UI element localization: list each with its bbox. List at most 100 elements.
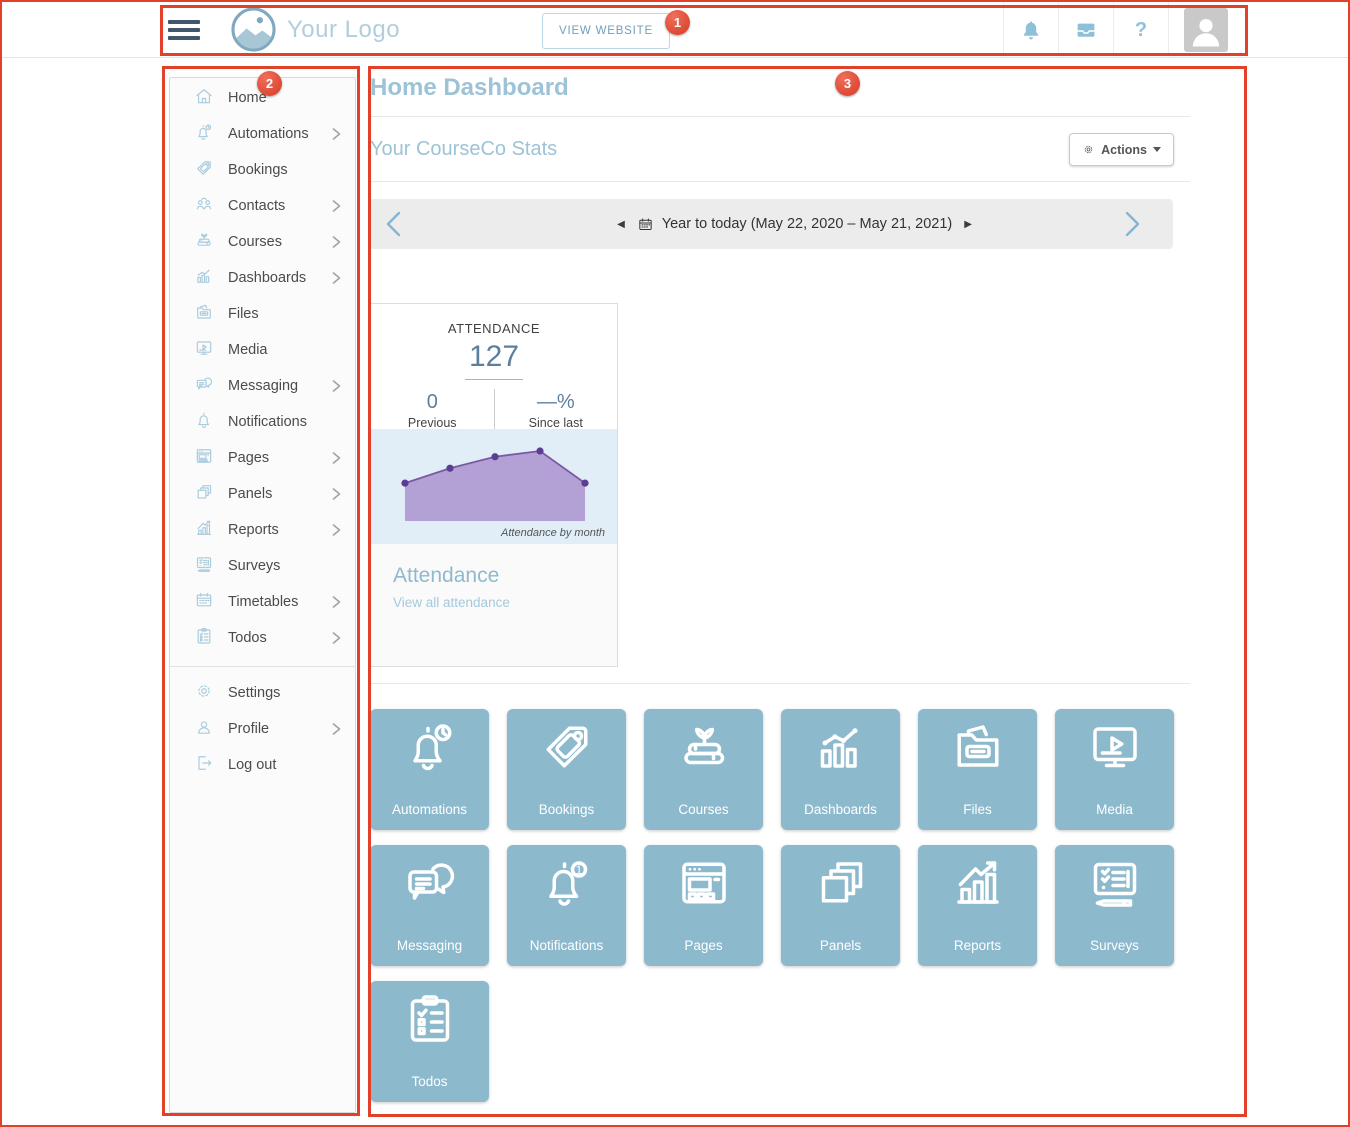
main-content: Home Dashboard Your CourseCo Stats Actio… bbox=[370, 66, 1190, 1102]
divider bbox=[370, 683, 1190, 684]
attendance-chart: Attendance by month bbox=[371, 429, 617, 544]
pages-icon bbox=[194, 446, 214, 471]
stat-previous-label: Previous bbox=[371, 416, 494, 430]
page-title: Home Dashboard bbox=[370, 66, 1190, 102]
chevron-right-icon bbox=[332, 488, 341, 500]
section-title: Your CourseCo Stats bbox=[370, 138, 557, 161]
annotation-badge-1: 1 bbox=[665, 10, 690, 35]
menu-icon[interactable] bbox=[168, 16, 200, 44]
prev-step-icon[interactable]: ◀ bbox=[617, 219, 625, 230]
help-button[interactable]: ? bbox=[1113, 2, 1168, 58]
sidebar-item-media[interactable]: Media bbox=[170, 332, 355, 368]
media-icon bbox=[194, 338, 214, 363]
user-menu[interactable] bbox=[1168, 2, 1243, 58]
messaging-icon bbox=[194, 374, 214, 399]
inbox-icon bbox=[1074, 18, 1098, 42]
tile-bookings[interactable]: Bookings bbox=[507, 709, 626, 830]
automation-icon bbox=[194, 122, 214, 147]
tile-media[interactable]: Media bbox=[1055, 709, 1174, 830]
tile-reports[interactable]: Reports bbox=[918, 845, 1037, 966]
tile-courses[interactable]: Courses bbox=[644, 709, 763, 830]
annotation-badge-2: 2 bbox=[257, 71, 282, 96]
profile-icon bbox=[194, 717, 214, 742]
gear-icon bbox=[1082, 143, 1095, 156]
notifications-button[interactable] bbox=[1003, 2, 1058, 58]
chevron-right-icon bbox=[332, 380, 341, 392]
logout-icon bbox=[194, 753, 214, 778]
chevron-right-icon bbox=[332, 272, 341, 284]
attendance-stat-card: ATTENDANCE 127 0 Previous —% Since last … bbox=[370, 303, 618, 667]
dashboards-icon bbox=[194, 266, 214, 291]
tile-pages[interactable]: Pages bbox=[644, 845, 763, 966]
sidebar-item-pages[interactable]: Pages bbox=[170, 440, 355, 476]
area-chart bbox=[375, 435, 615, 531]
home-icon bbox=[194, 86, 214, 111]
sidebar-item-profile[interactable]: Profile bbox=[170, 711, 355, 747]
files-icon bbox=[194, 302, 214, 327]
tile-grid: Automations Bookings Courses Dashboards … bbox=[370, 709, 1190, 1102]
sidebar-item-bookings[interactable]: Bookings bbox=[170, 152, 355, 188]
sidebar-item-timetables[interactable]: Timetables bbox=[170, 584, 355, 620]
divider bbox=[370, 181, 1190, 182]
sidebar-item-panels[interactable]: Panels bbox=[170, 476, 355, 512]
bell-icon bbox=[1019, 18, 1043, 42]
chevron-right-icon bbox=[332, 236, 341, 248]
bell-icon bbox=[194, 410, 214, 435]
stat-change-value: —% bbox=[495, 391, 618, 414]
actions-button[interactable]: Actions bbox=[1069, 133, 1174, 166]
logo-mark-icon bbox=[230, 6, 277, 53]
date-range-bar: ◀ Year to today (May 22, 2020 – May 21, … bbox=[370, 199, 1173, 249]
date-range-label: Year to today (May 22, 2020 – May 21, 20… bbox=[662, 216, 952, 232]
prev-range-button[interactable] bbox=[370, 199, 416, 249]
date-range-picker[interactable]: Year to today (May 22, 2020 – May 21, 20… bbox=[637, 216, 952, 233]
tile-surveys[interactable]: Surveys bbox=[1055, 845, 1174, 966]
chevron-right-icon bbox=[332, 723, 341, 735]
contacts-icon bbox=[194, 194, 214, 219]
view-website-button[interactable]: VIEW WEBSITE bbox=[542, 13, 670, 49]
stat-value: 127 bbox=[465, 340, 523, 380]
sidebar-item-contacts[interactable]: Contacts bbox=[170, 188, 355, 224]
chevron-right-icon bbox=[332, 128, 341, 140]
attendance-card-title[interactable]: Attendance bbox=[393, 564, 617, 588]
calendar-icon bbox=[637, 216, 654, 233]
tile-panels[interactable]: Panels bbox=[781, 845, 900, 966]
tag-icon bbox=[194, 158, 214, 183]
sidebar: Home Automations Bookings Contacts Cours… bbox=[169, 77, 356, 1113]
avatar bbox=[1184, 8, 1228, 52]
tile-automations[interactable]: Automations bbox=[370, 709, 489, 830]
chevron-right-icon bbox=[332, 632, 341, 644]
courses-icon bbox=[194, 230, 214, 255]
sidebar-item-messaging[interactable]: Messaging bbox=[170, 368, 355, 404]
tile-todos[interactable]: Todos bbox=[370, 981, 489, 1102]
sidebar-item-files[interactable]: Files bbox=[170, 296, 355, 332]
next-range-button[interactable] bbox=[1109, 199, 1155, 249]
help-icon: ? bbox=[1135, 19, 1147, 42]
sidebar-item-settings[interactable]: Settings bbox=[170, 675, 355, 711]
stat-change-label: Since last bbox=[495, 416, 618, 430]
caret-down-icon bbox=[1153, 147, 1161, 152]
sidebar-item-todos[interactable]: Todos bbox=[170, 620, 355, 656]
sidebar-item-courses[interactable]: Courses bbox=[170, 224, 355, 260]
annotation-badge-3: 3 bbox=[835, 71, 860, 96]
tile-files[interactable]: Files bbox=[918, 709, 1037, 830]
sidebar-item-notifications[interactable]: Notifications bbox=[170, 404, 355, 440]
next-step-icon[interactable]: ▶ bbox=[964, 219, 972, 230]
sidebar-item-reports[interactable]: Reports bbox=[170, 512, 355, 548]
todos-icon bbox=[194, 626, 214, 651]
reports-icon bbox=[194, 518, 214, 543]
sidebar-item-dashboards[interactable]: Dashboards bbox=[170, 260, 355, 296]
sidebar-item-surveys[interactable]: Surveys bbox=[170, 548, 355, 584]
sidebar-item-automations[interactable]: Automations bbox=[170, 116, 355, 152]
chart-caption: Attendance by month bbox=[501, 527, 605, 539]
tile-dashboards[interactable]: Dashboards bbox=[781, 709, 900, 830]
chevron-right-icon bbox=[332, 596, 341, 608]
tile-notifications[interactable]: Notifications bbox=[507, 845, 626, 966]
view-all-attendance-link[interactable]: View all attendance bbox=[393, 595, 617, 610]
inbox-button[interactable] bbox=[1058, 2, 1113, 58]
surveys-icon bbox=[194, 554, 214, 579]
logo[interactable]: Your Logo bbox=[230, 6, 400, 53]
sidebar-item-log-out[interactable]: Log out bbox=[170, 747, 355, 783]
chevron-right-icon bbox=[332, 524, 341, 536]
panels-icon bbox=[194, 482, 214, 507]
tile-messaging[interactable]: Messaging bbox=[370, 845, 489, 966]
